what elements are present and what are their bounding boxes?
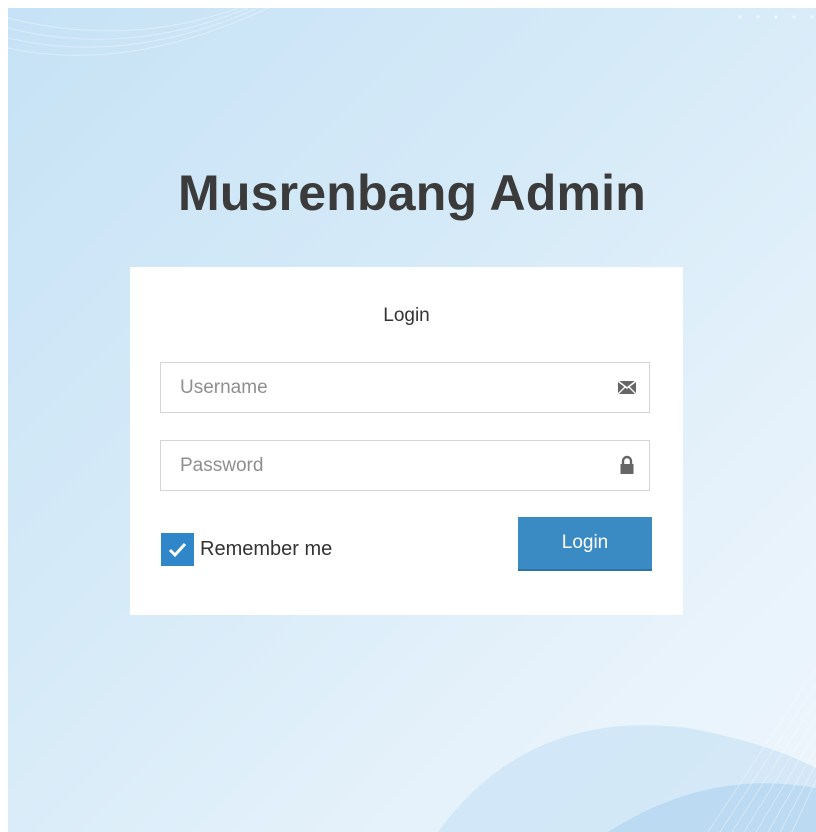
lock-icon	[617, 455, 637, 475]
password-field[interactable]	[160, 440, 650, 491]
checkmark-icon	[168, 542, 187, 557]
username-field[interactable]	[160, 362, 650, 413]
login-button[interactable]: Login	[518, 517, 652, 571]
login-heading: Login	[383, 305, 430, 326]
login-card: Login Username Remember me Login	[130, 267, 683, 615]
remember-me[interactable]: Remember me	[161, 532, 332, 566]
username-input[interactable]	[161, 363, 601, 412]
remember-me-label: Remember me	[200, 537, 333, 560]
envelope-icon	[617, 377, 637, 397]
password-input[interactable]	[161, 441, 601, 490]
app-title: Musrenbang Admin	[177, 165, 647, 221]
remember-me-checkbox[interactable]	[161, 532, 194, 566]
login-page: Musrenbang Admin Login Username Remember…	[8, 8, 816, 832]
